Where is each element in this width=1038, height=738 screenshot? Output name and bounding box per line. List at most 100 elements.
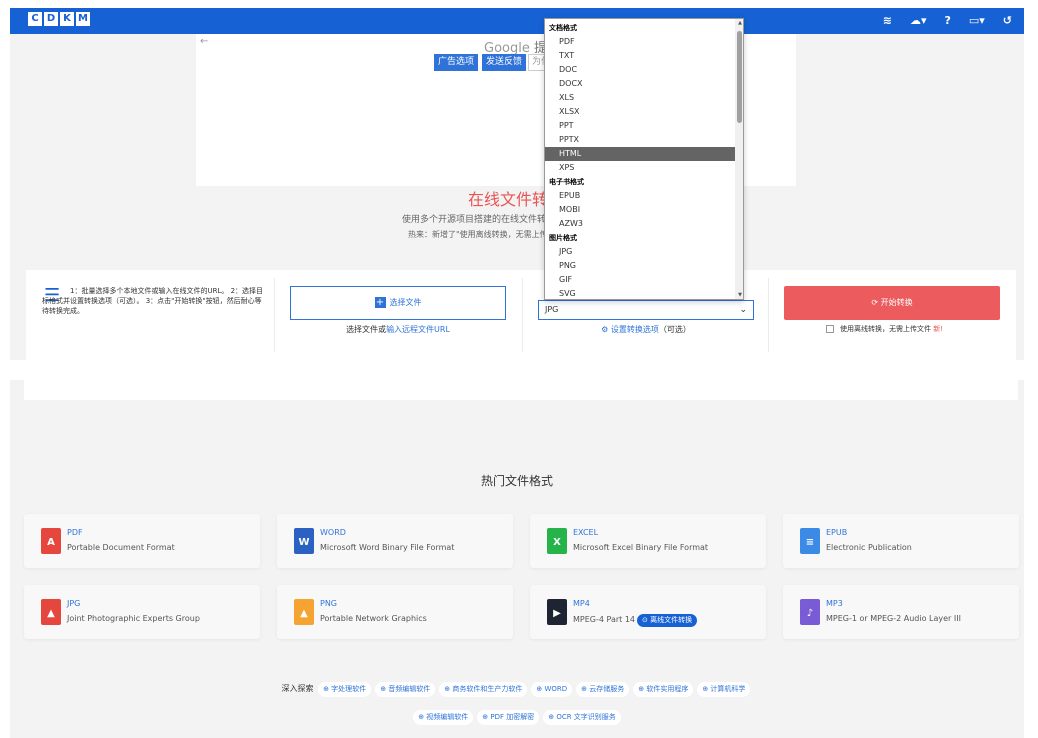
explore-chip[interactable]: ⊕ OCR 文字识别服务 bbox=[543, 710, 621, 725]
dropdown-option-ppt[interactable]: PPT bbox=[545, 119, 737, 133]
dropdown-group-label: 文档格式 bbox=[549, 24, 577, 32]
converter-card-bottom bbox=[24, 380, 1018, 400]
logo-letter-m: M bbox=[76, 12, 90, 26]
dropdown-option-epub[interactable]: EPUB bbox=[545, 189, 737, 203]
mp4-file-icon: ▶ bbox=[547, 599, 567, 625]
history-icon[interactable]: ↺ bbox=[1003, 13, 1012, 29]
explore-label: 深入探索 bbox=[281, 684, 314, 693]
scrollbar-thumb[interactable] bbox=[737, 31, 742, 123]
upper-panel: ← Google 提供的 广告选项 发送反馈 为什么 在线文件转 使用多个开源项… bbox=[10, 34, 1024, 360]
remote-url-link[interactable]: 输入远程文件URL bbox=[386, 325, 450, 334]
explore-chip[interactable]: ⊕ 计算机科学 bbox=[697, 682, 751, 697]
dropdown-option-txt[interactable]: TXT bbox=[545, 49, 737, 63]
format-card-mp4[interactable]: ▶ MP4 MPEG-4 Part 14 ⊙ 离线文件转换 bbox=[530, 585, 766, 639]
scroll-down-icon[interactable]: ▼ bbox=[738, 292, 742, 298]
dropdown-group-label: 电子书格式 bbox=[549, 178, 584, 186]
explore-chip[interactable]: ⊕ 商务软件和生产力软件 bbox=[439, 682, 528, 697]
dropdown-group-label: 图片格式 bbox=[549, 234, 577, 242]
format-card-mp3[interactable]: ♪ MP3 MPEG-1 or MPEG-2 Audio Layer III bbox=[783, 585, 1019, 639]
format-name: PDF bbox=[67, 528, 83, 537]
plus-icon: + bbox=[374, 297, 386, 308]
target-format-value: JPG bbox=[545, 305, 559, 314]
dropdown-option-mobi[interactable]: MOBI bbox=[545, 203, 737, 217]
dropdown-option-xps[interactable]: XPS bbox=[545, 161, 737, 175]
target-format-select[interactable]: JPG ⌄ bbox=[538, 300, 754, 320]
start-convert-button[interactable]: ⟳ 开始转换 bbox=[784, 286, 1000, 320]
hero-subtitle: 使用多个开源项目搭建的在线文件转 bbox=[402, 215, 547, 225]
png-file-icon: ▲ bbox=[294, 599, 314, 625]
explore-chip[interactable]: ⊕ 字处理软件 bbox=[318, 682, 372, 697]
format-card-word[interactable]: W WORD Microsoft Word Binary File Format bbox=[277, 514, 513, 568]
format-name: JPG bbox=[67, 599, 81, 608]
explore-chip[interactable]: ⊕ 视频编辑软件 bbox=[413, 710, 474, 725]
gear-icon: ⚙ bbox=[601, 325, 611, 334]
logo-letter-c: C bbox=[28, 12, 42, 26]
format-description-text: MPEG-1 or MPEG-2 Audio Layer III bbox=[826, 614, 961, 623]
format-dropdown-list[interactable]: 文档格式 PDF TXT DOC DOCX XLS XLSX PPT PPTX HTML XPS 电子… bbox=[544, 18, 744, 300]
dropdown-option-xls[interactable]: XLS bbox=[545, 91, 737, 105]
format-card-excel[interactable]: X EXCEL Microsoft Excel Binary File Format bbox=[530, 514, 766, 568]
explore-chips-row2: ⊕ 视频编辑软件 ⊕ PDF 加密解密 ⊕ OCR 文字识别服务 bbox=[10, 704, 1024, 725]
dropdown-option-jpg[interactable]: JPG bbox=[545, 245, 737, 259]
format-description-text: MPEG-4 Part 14 bbox=[573, 615, 636, 624]
steps-instructions: 1：批量选择多个本地文件或输入在线文件的URL。 2：选择目标格式并设置转换选项… bbox=[42, 287, 264, 315]
format-card-jpg[interactable]: ▲ JPG Joint Photographic Experts Group bbox=[24, 585, 260, 639]
nav-icons: ≋ ☁▾ ? ▭▾ ↺ bbox=[883, 13, 1012, 29]
dropdown-option-gif[interactable]: GIF bbox=[545, 273, 737, 287]
offline-checkbox[interactable] bbox=[826, 325, 834, 333]
explore-chip[interactable]: ⊕ 软件实用程序 bbox=[633, 682, 694, 697]
offline-convert-badge[interactable]: ⊙ 离线文件转换 bbox=[637, 614, 698, 627]
explore-chip[interactable]: ⊕ WORD bbox=[531, 682, 573, 697]
hero-tip: 热来：新增了"使用离线转换，无需上传 bbox=[408, 230, 548, 239]
layers-icon[interactable]: ≋ bbox=[883, 13, 892, 29]
word-file-icon: W bbox=[294, 528, 314, 554]
format-card-png[interactable]: ▲ PNG Portable Network Graphics bbox=[277, 585, 513, 639]
format-card-epub[interactable]: ≡ EPUB Electronic Publication bbox=[783, 514, 1019, 568]
scroll-up-icon[interactable]: ▲ bbox=[738, 20, 742, 26]
ad-options-button[interactable]: 广告选项 bbox=[434, 54, 479, 71]
language-menu-icon[interactable]: ▭▾ bbox=[969, 13, 985, 29]
format-card-pdf[interactable]: A PDF Portable Document Format bbox=[24, 514, 260, 568]
dropdown-option-azw3[interactable]: AZW3 bbox=[545, 217, 737, 231]
format-description-text: Electronic Publication bbox=[826, 543, 912, 552]
cloud-menu-icon[interactable]: ☁▾ bbox=[910, 13, 927, 29]
ad-back-arrow[interactable]: ← bbox=[200, 36, 208, 47]
dropdown-option-png[interactable]: PNG bbox=[545, 259, 737, 273]
choose-file-hint: 选择文件或输入远程文件URL bbox=[290, 324, 506, 335]
dropdown-option-docx[interactable]: DOCX bbox=[545, 77, 737, 91]
explore-chip[interactable]: ⊕ 云存储服务 bbox=[576, 682, 630, 697]
format-description-text: Joint Photographic Experts Group bbox=[67, 614, 200, 623]
format-name: MP3 bbox=[826, 599, 843, 608]
format-description-text: Portable Network Graphics bbox=[320, 614, 427, 623]
help-icon[interactable]: ? bbox=[944, 13, 950, 29]
dropdown-option-pdf[interactable]: PDF bbox=[545, 35, 737, 49]
format-description: Microsoft Excel Binary File Format bbox=[573, 543, 708, 552]
format-description-text: Microsoft Word Binary File Format bbox=[320, 543, 455, 552]
choose-file-label: 选择文件 bbox=[389, 298, 422, 307]
dropdown-option-xlsx[interactable]: XLSX bbox=[545, 105, 737, 119]
format-name: EXCEL bbox=[573, 528, 599, 537]
convert-options-label: 设置转换选项 bbox=[610, 325, 659, 334]
epub-file-icon: ≡ bbox=[800, 528, 820, 554]
explore-chip[interactable]: ⊕ PDF 加密解密 bbox=[477, 710, 540, 725]
dropdown-option-pptx[interactable]: PPTX bbox=[545, 133, 737, 147]
format-name: EPUB bbox=[826, 528, 848, 537]
offline-label: 使用离线转换，无需上传文件 bbox=[840, 325, 931, 333]
format-description: Joint Photographic Experts Group bbox=[67, 614, 200, 623]
site-logo[interactable]: C D K M bbox=[28, 12, 90, 26]
send-feedback-button[interactable]: 发送反馈 bbox=[482, 54, 527, 71]
dropdown-option-svg[interactable]: SVG bbox=[545, 287, 737, 299]
jpg-file-icon: ▲ bbox=[41, 599, 61, 625]
dropdown-scrollbar[interactable]: ▲ ▼ bbox=[735, 19, 743, 299]
convert-options-link[interactable]: ⚙ 设置转换选项（可选） bbox=[538, 324, 754, 335]
divider bbox=[768, 278, 769, 352]
explore-row: 深入探索 ⊕ 字处理软件 ⊕ 音频编辑软件 ⊕ 商务软件和生产力软件 ⊕ WORD ⊕ … bbox=[10, 682, 1024, 697]
start-convert-label: 开始转换 bbox=[880, 298, 913, 307]
divider bbox=[274, 278, 275, 352]
convert-options-suffix: （可选） bbox=[658, 325, 691, 334]
offline-convert-option[interactable]: 使用离线转换，无需上传文件 新! bbox=[826, 324, 943, 334]
dropdown-option-html[interactable]: HTML bbox=[545, 147, 737, 161]
explore-chip[interactable]: ⊕ 音频编辑软件 bbox=[375, 682, 436, 697]
choose-file-button[interactable]: + 选择文件 bbox=[290, 286, 506, 320]
dropdown-option-doc[interactable]: DOC bbox=[545, 63, 737, 77]
